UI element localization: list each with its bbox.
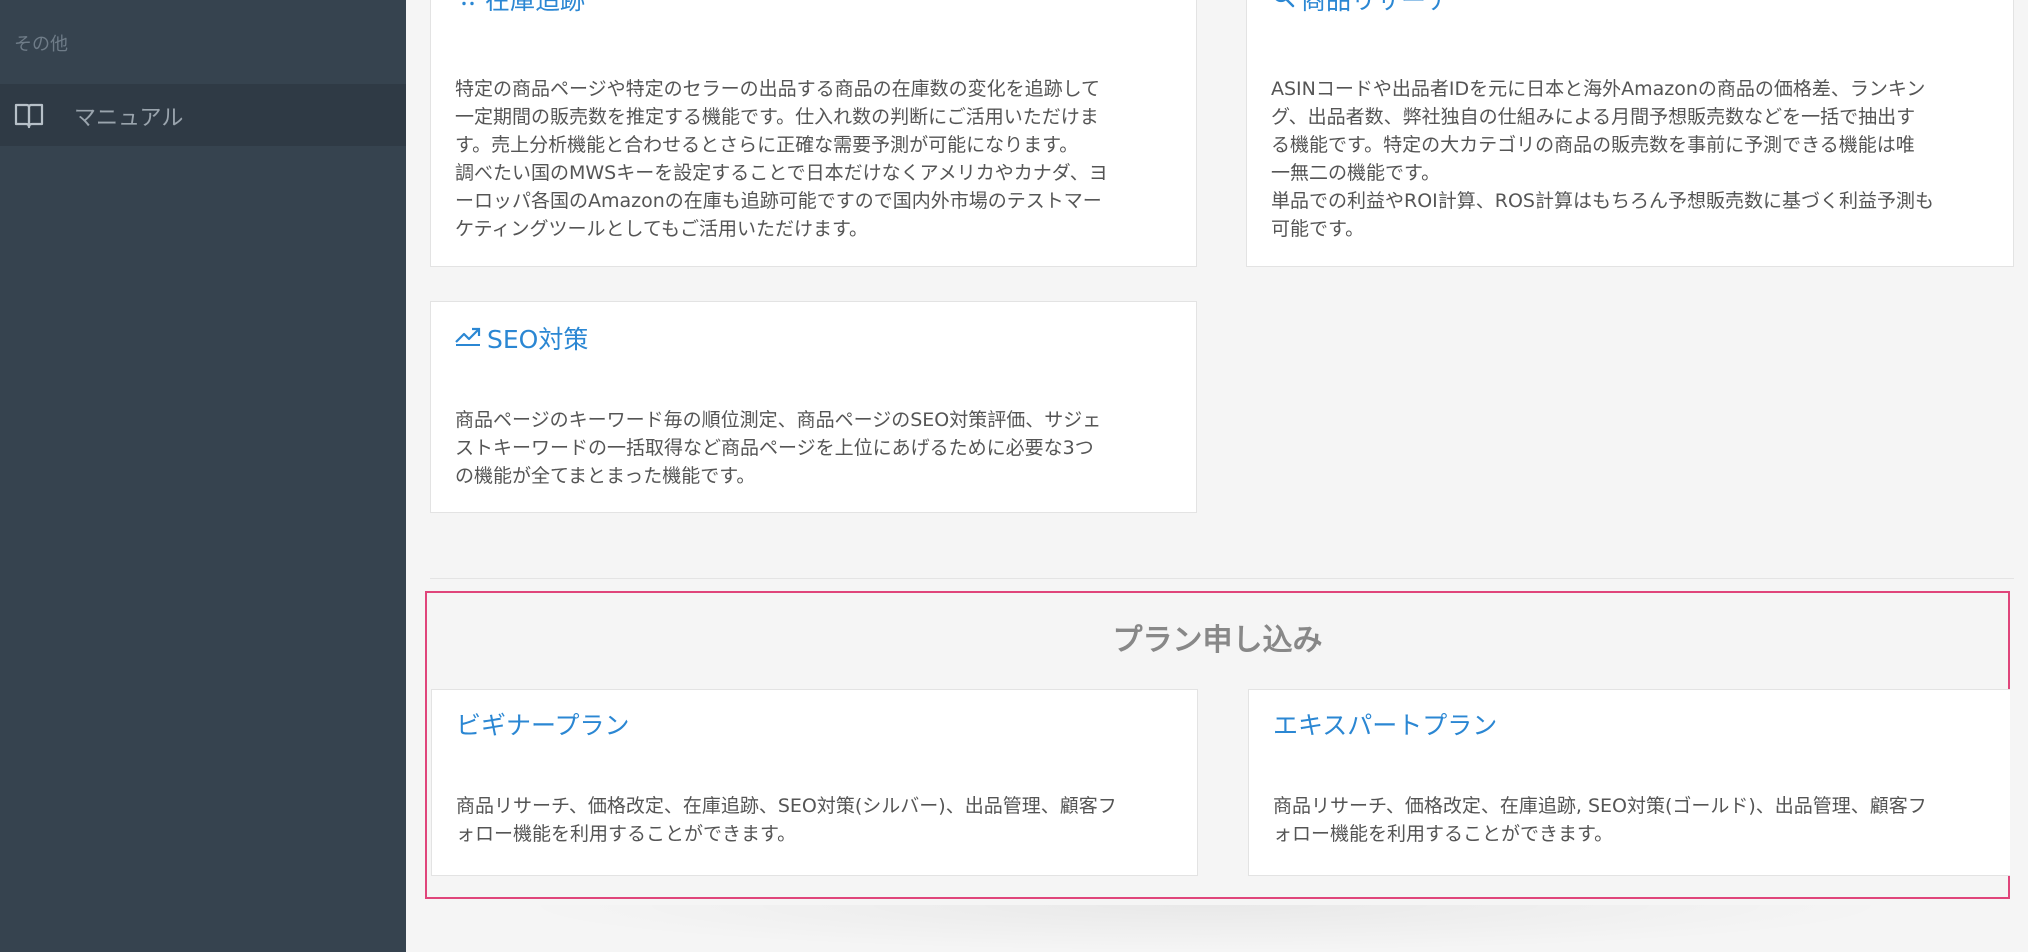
plan-application-section: プラン申し込み ビギナープラン 商品リサーチ、価格改定、在庫追跡、SEO対策(シ… (425, 591, 2010, 899)
sidebar-item-label: マニュアル (74, 106, 184, 131)
main-content: 在庫追跡 特定の商品ページや特定のセラーの出品する商品の在庫数の変化を追跡して … (406, 0, 2028, 952)
plan-description: 商品リサーチ、価格改定、在庫追跡, SEO対策(ゴールド)、出品管理、顧客フ ォ… (1273, 795, 1927, 845)
sidebar-item-manual[interactable]: マニュアル (0, 84, 406, 146)
feature-title-seo[interactable]: SEO対策 (455, 320, 588, 356)
search-icon (1271, 0, 1295, 14)
feature-description: ASINコードや出品者IDを元に日本と海外Amazonの商品の価格差、ランキン … (1271, 78, 1934, 240)
feature-description: 商品ページのキーワード毎の順位測定、商品ページのSEO対策評価、サジェ ストキー… (455, 409, 1102, 487)
feature-card-seo: SEO対策 商品ページのキーワード毎の順位測定、商品ページのSEO対策評価、サジ… (430, 301, 1197, 513)
feature-title-text: 商品リサーチ (1301, 0, 1452, 15)
plan-section-heading: プラン申し込み (1112, 623, 1323, 658)
book-icon (14, 101, 44, 129)
feature-card-inventory: 在庫追跡 特定の商品ページや特定のセラーの出品する商品の在庫数の変化を追跡して … (430, 0, 1197, 267)
plan-title-expert[interactable]: エキスパートプラン (1273, 706, 1497, 742)
feature-title-text: SEO対策 (487, 325, 589, 354)
feature-title-text: 在庫追跡 (485, 0, 586, 15)
plan-card-beginner: ビギナープラン 商品リサーチ、価格改定、在庫追跡、SEO対策(シルバー)、出品管… (431, 689, 1198, 876)
cart-icon (455, 0, 479, 14)
plan-title-beginner[interactable]: ビギナープラン (456, 706, 630, 742)
sidebar: その他 マニュアル (0, 0, 406, 952)
trending-up-icon (455, 323, 481, 353)
feature-description: 特定の商品ページや特定のセラーの出品する商品の在庫数の変化を追跡して 一定期間の… (455, 78, 1108, 240)
bottom-shadow (506, 905, 1906, 952)
section-divider (430, 578, 2014, 579)
sidebar-section-label: その他 (14, 34, 68, 55)
feature-title-inventory[interactable]: 在庫追跡 (455, 0, 585, 17)
plan-description: 商品リサーチ、価格改定、在庫追跡、SEO対策(シルバー)、出品管理、顧客フ ォロ… (456, 795, 1117, 845)
feature-title-research[interactable]: 商品リサーチ (1271, 0, 1451, 17)
feature-card-research: 商品リサーチ ASINコードや出品者IDを元に日本と海外Amazonの商品の価格… (1246, 0, 2014, 267)
plan-card-expert: エキスパートプラン 商品リサーチ、価格改定、在庫追跡, SEO対策(ゴールド)、… (1248, 689, 2010, 876)
